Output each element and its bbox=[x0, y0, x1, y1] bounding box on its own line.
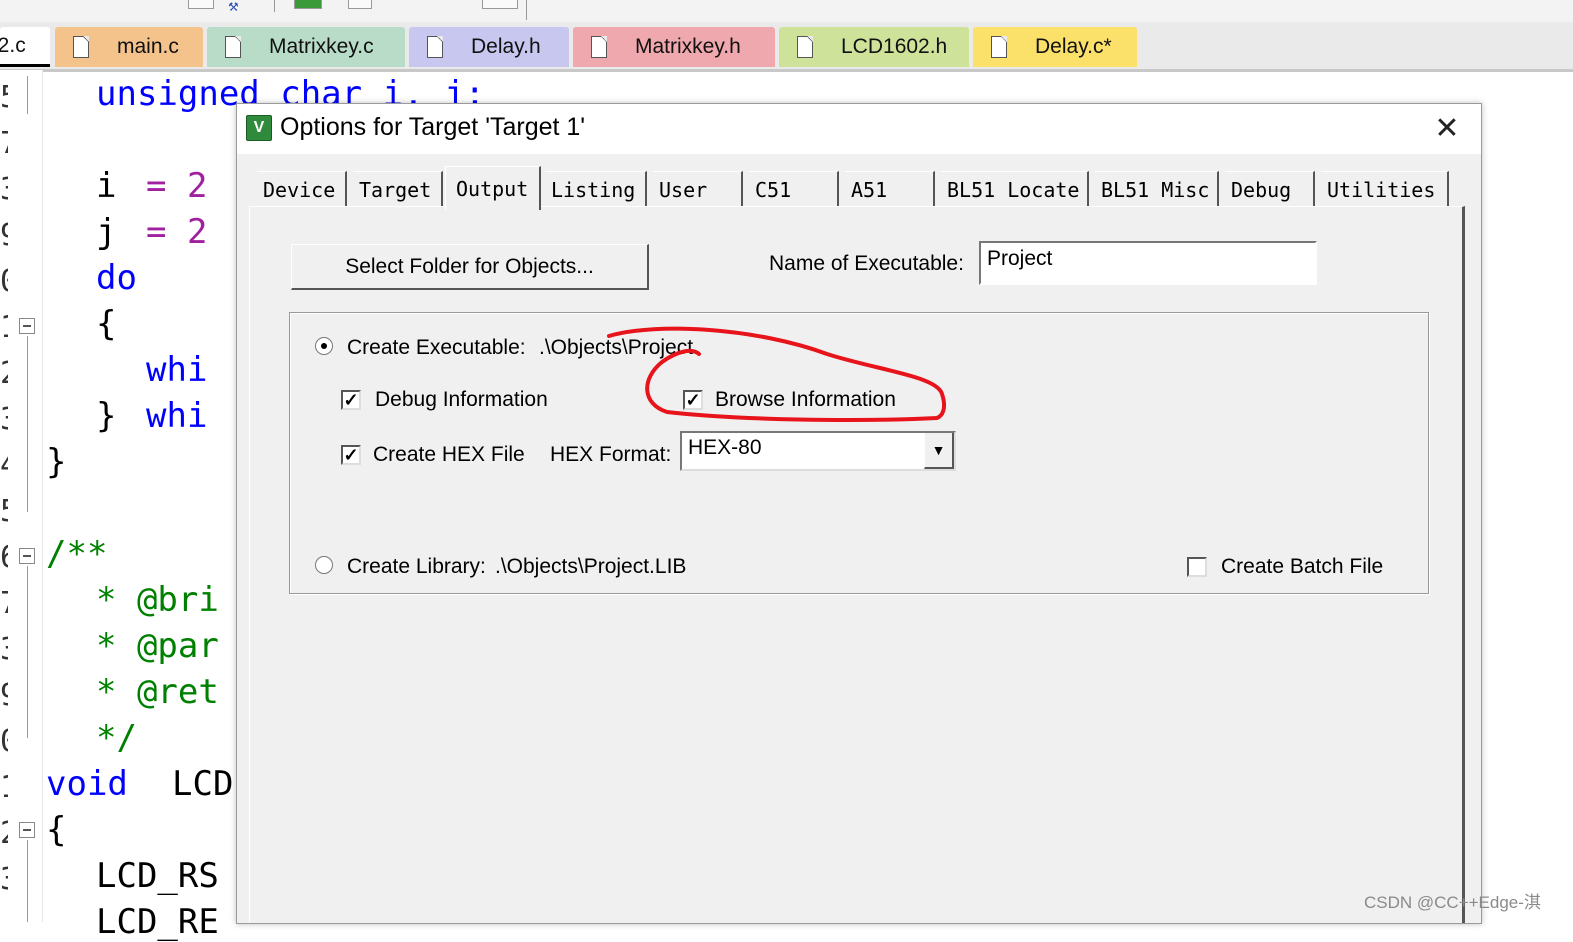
file-tab-label: main.c bbox=[117, 35, 179, 58]
toolbar-diamond-icon[interactable] bbox=[394, 0, 412, 8]
toolbar-separator bbox=[526, 0, 527, 20]
line-number: 3 bbox=[0, 172, 8, 207]
code-line: * @par bbox=[96, 626, 219, 666]
line-number: 7 bbox=[0, 586, 8, 621]
toolbar: ⚒ bbox=[0, 0, 1573, 23]
line-number: 9 bbox=[0, 218, 8, 253]
fold-line bbox=[27, 566, 28, 738]
code-line: LCD_RE bbox=[96, 902, 219, 942]
code-line: i bbox=[96, 166, 117, 206]
red-annotation-circle-icon bbox=[607, 326, 947, 422]
line-number: 1 bbox=[0, 310, 8, 345]
fold-line bbox=[27, 840, 28, 922]
line-number: 1 bbox=[0, 770, 8, 805]
line-number: 6 bbox=[0, 540, 8, 575]
toolbar-options-icon[interactable] bbox=[482, 0, 518, 9]
options-dialog: V Options for Target 'Target 1' ✕ Device… bbox=[236, 103, 1482, 924]
toolbar-separator bbox=[274, 0, 275, 12]
line-number: 9 bbox=[0, 678, 8, 713]
code-line: LCD_RS bbox=[96, 856, 219, 896]
file-icon bbox=[991, 36, 1007, 58]
code-line: whi bbox=[146, 396, 208, 436]
code-line: * @bri bbox=[96, 580, 219, 620]
code-line: /** bbox=[46, 534, 108, 574]
code-line: do bbox=[96, 258, 137, 298]
file-tab-lcd1602-c[interactable]: 02.c bbox=[0, 27, 50, 67]
file-icon bbox=[797, 36, 813, 58]
code-line: LCD bbox=[172, 764, 234, 804]
fold-collapse-icon[interactable] bbox=[19, 822, 35, 838]
fold-line bbox=[27, 76, 28, 114]
toolbar-button-icon[interactable] bbox=[188, 0, 214, 9]
file-tab-label: LCD1602.h bbox=[841, 35, 948, 58]
line-number: 5 bbox=[0, 494, 8, 529]
file-tab-lcd1602-h[interactable]: LCD1602.h bbox=[779, 27, 969, 67]
fold-line bbox=[27, 336, 28, 512]
tab-output[interactable]: Output bbox=[445, 166, 541, 210]
toolbar-arrow-icon[interactable] bbox=[440, 0, 460, 8]
file-tab-label: 02.c bbox=[0, 33, 26, 57]
fold-collapse-icon[interactable] bbox=[19, 318, 35, 334]
file-icon bbox=[591, 36, 607, 58]
line-number: 0 bbox=[0, 264, 8, 299]
file-tab-matrixkey-h[interactable]: Matrixkey.h bbox=[573, 27, 775, 67]
code-line: void bbox=[46, 764, 128, 804]
file-tab-label: Matrixkey.h bbox=[635, 35, 741, 58]
line-number: 7 bbox=[0, 126, 8, 161]
file-icon bbox=[427, 36, 443, 58]
line-number: 5 bbox=[0, 80, 8, 115]
file-tab-label: Delay.h bbox=[471, 35, 541, 58]
line-number: 0 bbox=[0, 724, 8, 759]
code-line: = 2 bbox=[146, 166, 208, 206]
code-line: } bbox=[96, 396, 117, 436]
line-number: 3 bbox=[0, 402, 8, 437]
code-line: * @ret bbox=[96, 672, 219, 712]
annotation-stroke bbox=[607, 326, 947, 422]
file-tab-delay-h[interactable]: Delay.h bbox=[409, 27, 569, 67]
toolbar-build-icon[interactable]: ⚒ bbox=[228, 0, 262, 14]
line-number: 4 bbox=[0, 448, 8, 483]
code-line: { bbox=[46, 810, 67, 850]
file-tab-delay-c[interactable]: Delay.c* bbox=[973, 27, 1137, 67]
file-icon bbox=[73, 36, 89, 58]
code-line: { bbox=[96, 304, 117, 344]
code-line: whi bbox=[146, 350, 208, 390]
fold-collapse-icon[interactable] bbox=[19, 548, 35, 564]
code-line: } bbox=[46, 442, 67, 482]
line-number: 3 bbox=[0, 862, 8, 897]
file-tab-label: Delay.c* bbox=[1035, 35, 1112, 58]
toolbar-window-icon[interactable] bbox=[348, 0, 372, 9]
file-tab-main-c[interactable]: main.c bbox=[55, 27, 203, 67]
line-number: 3 bbox=[0, 632, 8, 667]
file-tab-label: Matrixkey.c bbox=[269, 35, 374, 58]
file-icon bbox=[225, 36, 241, 58]
code-line: = 2 bbox=[146, 212, 208, 252]
code-line: j bbox=[96, 212, 117, 252]
line-number: 2 bbox=[0, 816, 8, 851]
toolbar-load-icon[interactable] bbox=[294, 0, 322, 9]
code-line: */ bbox=[96, 718, 137, 758]
file-tab-matrixkey-c[interactable]: Matrixkey.c bbox=[207, 27, 405, 67]
watermark: CSDN @CC++Edge-淇 bbox=[1364, 893, 1541, 912]
line-number: 2 bbox=[0, 356, 8, 391]
